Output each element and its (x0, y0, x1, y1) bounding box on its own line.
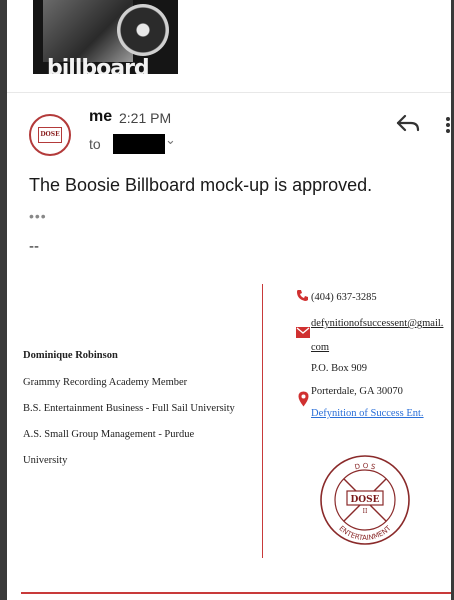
message-time: 2:21 PM (119, 110, 172, 126)
avatar-logo-text: DOSE (38, 127, 62, 143)
signature-line-4: University (23, 455, 68, 466)
more-options-icon[interactable] (445, 116, 451, 134)
contact-email-line1: defynitionofsuccessent@gmail. (311, 318, 444, 329)
website-link[interactable]: Defynition of Success Ent. (311, 408, 424, 419)
phone-icon (297, 290, 308, 301)
contact-email-line2: com (311, 342, 330, 353)
sender-name: me (89, 108, 113, 125)
logo-roman-numeral: II (363, 508, 368, 515)
bottom-red-rule (21, 592, 451, 594)
reply-icon[interactable] (395, 112, 421, 134)
contact-phone: (404) 637-3285 (311, 292, 377, 303)
contact-po-box: P.O. Box 909 (311, 363, 368, 374)
contact-city: Porterdale, GA 30070 (311, 386, 403, 397)
email-icon (296, 327, 310, 338)
location-pin-icon (298, 391, 309, 407)
email-view: billboard DOSE me 2:21 PM to ⌄ The Boosi… (7, 0, 451, 600)
signature-divider (262, 284, 263, 558)
signature-separator: -- (29, 238, 39, 255)
dos-entertainment-logo: DOSE II D O S ENTERTAINMENT (320, 455, 410, 545)
signature-name: Dominique Robinson (23, 350, 118, 361)
signature-line-1: Grammy Recording Academy Member (23, 377, 188, 388)
show-trimmed-content-icon[interactable]: ••• (29, 208, 47, 224)
billboard-wordmark: billboard (47, 56, 150, 74)
sender-avatar[interactable]: DOSE (29, 114, 71, 156)
header-divider (7, 92, 451, 93)
chevron-down-icon[interactable]: ⌄ (165, 132, 176, 148)
contact-email[interactable]: defynitionofsuccessent@gmail. (311, 318, 443, 329)
signature-line-3: A.S. Small Group Management - Purdue (23, 429, 195, 440)
email-subject: The Boosie Billboard mock-up is approved… (29, 175, 373, 195)
website-link-text: Defynition of Success Ent. (311, 408, 424, 419)
signature-line-2: B.S. Entertainment Business - Full Sail … (23, 403, 235, 414)
contact-email-continued[interactable]: com (311, 342, 329, 353)
logo-center-text: DOSE (350, 495, 379, 505)
redacted-recipient (113, 134, 165, 154)
header-image: billboard (33, 0, 178, 74)
vinyl-disc-graphic (117, 4, 169, 56)
recipient-label: to (89, 136, 101, 152)
